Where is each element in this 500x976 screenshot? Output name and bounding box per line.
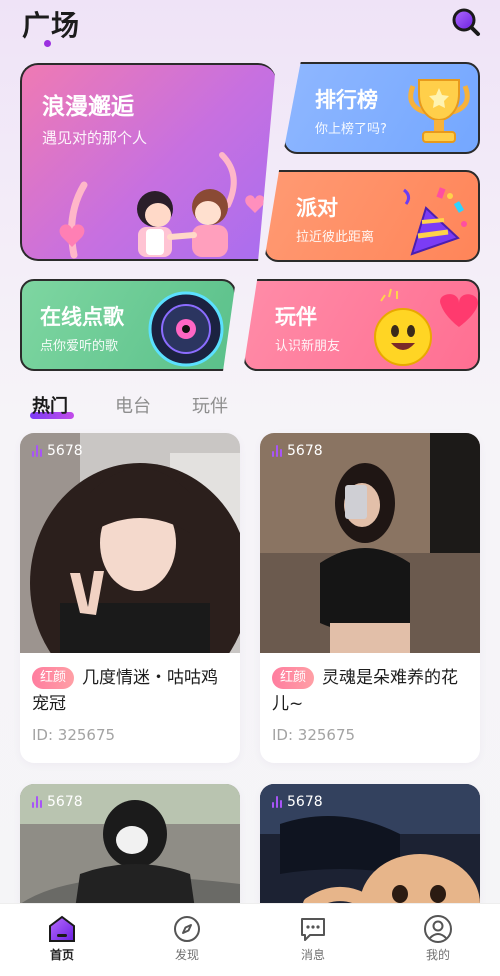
search-button[interactable] xyxy=(450,6,482,38)
room-title: 红颜 灵魂是朵难养的花儿~ xyxy=(272,665,470,717)
profile-icon xyxy=(424,915,452,943)
listener-count-value: 5678 xyxy=(287,443,323,459)
listener-count: 5678 xyxy=(272,794,323,810)
banner-song-subtitle: 点你爱听的歌 xyxy=(40,339,119,354)
banner-romance-title: 浪漫邂逅 xyxy=(42,94,134,120)
room-cover-photo xyxy=(260,433,480,653)
banner-companion-subtitle: 认识新朋友 xyxy=(275,339,341,354)
audio-bars-icon xyxy=(32,796,42,808)
tab-home-label: 首页 xyxy=(49,948,74,962)
banner-party-title: 派对 xyxy=(296,196,338,220)
listener-count: 5678 xyxy=(272,443,323,459)
banner-ranking-title: 排行榜 xyxy=(315,88,378,112)
trophy-icon xyxy=(408,79,470,143)
banner-companion[interactable]: 玩伴 认识新朋友 xyxy=(243,279,480,371)
listener-count-value: 5678 xyxy=(47,794,83,810)
tag-badge: 红颜 xyxy=(272,667,315,689)
listener-count-value: 5678 xyxy=(47,443,83,459)
room-cover-photo xyxy=(20,433,240,653)
banner-romance[interactable]: 浪漫邂逅 遇见对的那个人 xyxy=(20,63,276,261)
room-card[interactable]: 5678 红颜 灵魂是朵难养的花儿~ ID: 325675 xyxy=(260,433,480,763)
banner-song-title: 在线点歌 xyxy=(40,305,124,329)
tab-hot[interactable]: 热门 xyxy=(32,392,68,418)
room-id: ID: 325675 xyxy=(32,726,116,744)
audio-bars-icon xyxy=(32,445,42,457)
compass-icon xyxy=(174,916,200,942)
audio-bars-icon xyxy=(272,445,282,457)
music-disc-icon xyxy=(148,291,224,367)
tab-profile-label: 我的 xyxy=(425,948,450,962)
title-indicator-dot xyxy=(44,40,51,47)
emoji-heart-icon xyxy=(374,288,478,366)
banner-party[interactable]: 派对 拉近彼此距离 xyxy=(264,170,480,262)
page-title: 广场 xyxy=(22,9,81,42)
party-popper-icon xyxy=(403,187,467,256)
room-card[interactable]: 5678 红颜 几度情迷・咕咕鸡宠冠 ID: 325675 xyxy=(20,433,240,763)
room-id: ID: 325675 xyxy=(272,726,356,744)
tab-radio[interactable]: 电台 xyxy=(115,392,151,418)
listener-count: 5678 xyxy=(32,443,83,459)
message-icon xyxy=(301,918,325,941)
listener-count-value: 5678 xyxy=(287,794,323,810)
header: 广场 xyxy=(0,0,500,56)
tag-badge: 红颜 xyxy=(32,667,75,689)
audio-bars-icon xyxy=(272,796,282,808)
banner-online-song[interactable]: 在线点歌 点你爱听的歌 xyxy=(20,279,236,371)
search-icon xyxy=(452,8,480,36)
listener-count: 5678 xyxy=(32,794,83,810)
home-icon xyxy=(49,915,75,942)
banner-party-subtitle: 拉近彼此距离 xyxy=(296,230,375,245)
category-tabs: 热门 电台 玩伴 xyxy=(0,388,500,424)
couple-illustration xyxy=(59,152,265,259)
room-title: 红颜 几度情迷・咕咕鸡宠冠 xyxy=(32,665,230,717)
bottom-tab-bar: 首页 发现 消息 我的 xyxy=(0,903,500,976)
banner-companion-title: 玩伴 xyxy=(275,305,317,329)
tab-messages-label: 消息 xyxy=(300,948,325,962)
tab-companion[interactable]: 玩伴 xyxy=(192,392,228,418)
banner-ranking[interactable]: 排行榜 你上榜了吗? xyxy=(283,62,480,154)
tab-discover-label: 发现 xyxy=(174,948,199,962)
banner-ranking-subtitle: 你上榜了吗? xyxy=(315,122,387,137)
